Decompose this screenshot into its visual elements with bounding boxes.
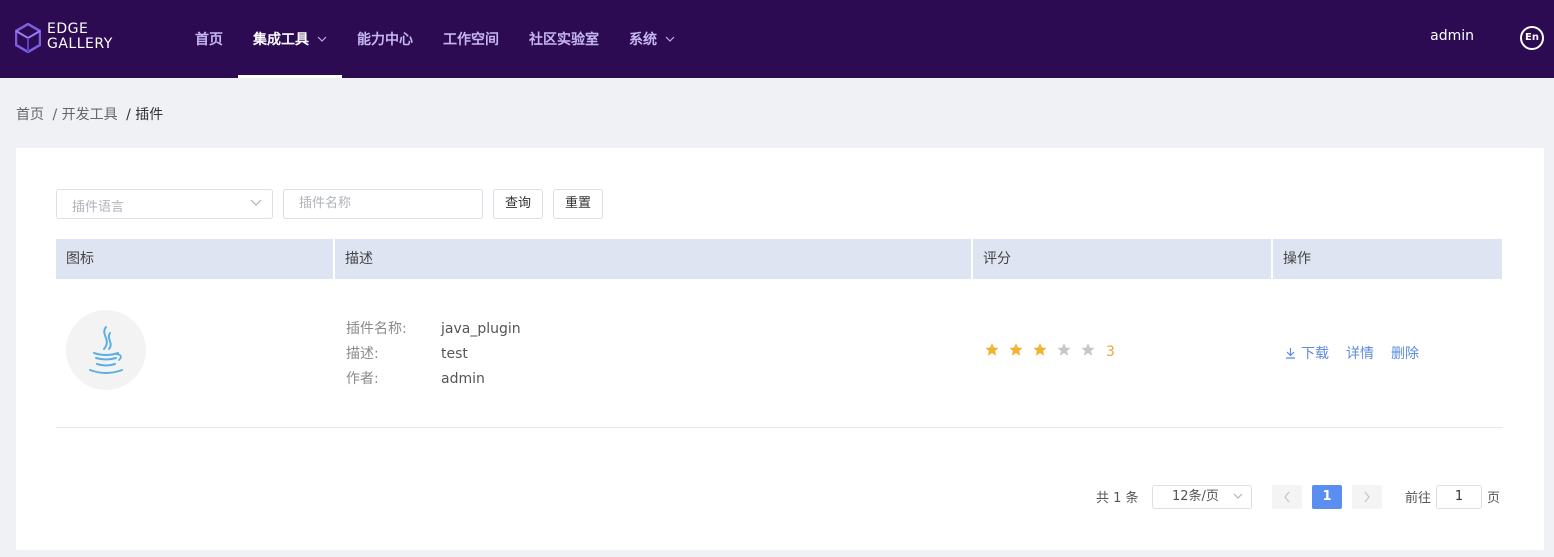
prev-page-button[interactable]: [1272, 485, 1302, 509]
plugin-author-line: 作者: admin: [346, 367, 521, 392]
chevron-left-icon: [1284, 491, 1290, 503]
plugin-language-select[interactable]: 插件语言: [56, 189, 273, 219]
edgegallery-logo[interactable]: EDGE GALLERY: [15, 22, 135, 56]
main-nav: 首页 集成工具 能力中心 工作空间 社区实验室 系统: [180, 0, 690, 78]
logo-text-line1: EDGE: [47, 21, 89, 37]
star-empty-icon: [1057, 343, 1071, 356]
cube-logo-icon: [15, 23, 41, 53]
select-placeholder: 插件语言: [72, 200, 125, 215]
nav-item-label: 能力中心: [357, 32, 413, 48]
nav-item-label: 工作空间: [443, 32, 499, 48]
star-filled-icon: [1009, 343, 1023, 356]
table-header: 图标 描述 评分 操作: [56, 239, 1502, 279]
nav-item-capability-center[interactable]: 能力中心: [342, 0, 428, 78]
row-actions: 下载 详情 删除: [1285, 343, 1436, 363]
chevron-down-icon: [1233, 493, 1243, 499]
nav-item-label: 首页: [195, 32, 223, 48]
user-menu[interactable]: admin: [1430, 28, 1474, 44]
plugin-author-value: admin: [441, 371, 485, 387]
breadcrumb: 首页 / 开发工具 / 插件: [16, 104, 167, 124]
plugin-desc-label: 描述:: [346, 346, 379, 362]
stars-container: [984, 342, 1104, 362]
nav-item-label: 系统: [629, 32, 657, 48]
chevron-right-icon: [1364, 491, 1370, 503]
delete-button[interactable]: 删除: [1391, 343, 1419, 363]
page-size-select[interactable]: 12条/页: [1152, 485, 1252, 509]
pagination-total: 共 1 条: [1096, 491, 1139, 506]
reset-button[interactable]: 重置: [553, 189, 603, 219]
column-header-icon: 图标: [56, 239, 333, 279]
logo-text-line2: GALLERY: [47, 36, 113, 52]
page-size-value: 12条/页: [1172, 489, 1219, 504]
plugin-name-line: 插件名称: java_plugin: [346, 317, 521, 342]
plugin-desc-value: test: [441, 346, 468, 362]
plugin-name-label: 插件名称:: [346, 321, 407, 337]
next-page-button[interactable]: [1352, 485, 1382, 509]
table-row: 插件名称: java_plugin 描述: test 作者: admin 3 下载 详…: [56, 279, 1503, 428]
download-button[interactable]: 下载: [1285, 343, 1329, 363]
language-toggle[interactable]: En: [1520, 26, 1544, 50]
plugin-name-value: java_plugin: [441, 321, 521, 337]
star-filled-icon: [1033, 343, 1047, 356]
nav-item-community-lab[interactable]: 社区实验室: [514, 0, 614, 78]
download-label: 下载: [1301, 346, 1329, 362]
breadcrumb-home[interactable]: 首页: [16, 107, 44, 123]
goto-label: 前往: [1405, 491, 1432, 506]
star-empty-icon: [1081, 343, 1095, 356]
rating-value: 3: [1106, 344, 1115, 360]
column-header-actions: 操作: [1273, 239, 1502, 279]
nav-item-workspace[interactable]: 工作空间: [428, 0, 514, 78]
column-header-description: 描述: [335, 239, 971, 279]
page-number-current[interactable]: 1: [1312, 485, 1342, 509]
star-rating: 3: [984, 342, 1115, 362]
plugin-panel: 插件语言 插件名称 查询 重置 图标 描述 评分 操作 插件名称: java_pl…: [16, 148, 1544, 550]
nav-item-home[interactable]: 首页: [180, 0, 238, 78]
plugin-name-input[interactable]: 插件名称: [283, 189, 483, 219]
chevron-down-icon: [317, 36, 327, 42]
detail-button[interactable]: 详情: [1346, 343, 1374, 363]
goto-page-input[interactable]: 1: [1436, 485, 1482, 509]
nav-item-integration-tools[interactable]: 集成工具: [238, 0, 342, 78]
goto-suffix: 页: [1487, 491, 1501, 506]
column-header-rating: 评分: [973, 239, 1271, 279]
chevron-down-icon: [250, 199, 262, 206]
nav-item-label: 社区实验室: [529, 32, 599, 48]
download-icon: [1286, 348, 1295, 359]
breadcrumb-current: / 插件: [126, 107, 164, 123]
star-filled-icon: [985, 343, 999, 356]
plugin-description: 插件名称: java_plugin 描述: test 作者: admin: [346, 317, 521, 392]
nav-item-label: 集成工具: [253, 32, 309, 48]
breadcrumb-dev-tools[interactable]: / 开发工具: [52, 107, 117, 123]
plugin-desc-line: 描述: test: [346, 342, 521, 367]
top-header: EDGE GALLERY 首页 集成工具 能力中心 工作空间 社区实验室 系统 …: [0, 0, 1554, 78]
chevron-down-icon: [665, 36, 675, 42]
query-button[interactable]: 查询: [493, 189, 543, 219]
plugin-author-label: 作者:: [346, 371, 379, 387]
java-icon: [89, 326, 123, 374]
plugin-avatar: [66, 310, 146, 390]
nav-item-system[interactable]: 系统: [614, 0, 690, 78]
